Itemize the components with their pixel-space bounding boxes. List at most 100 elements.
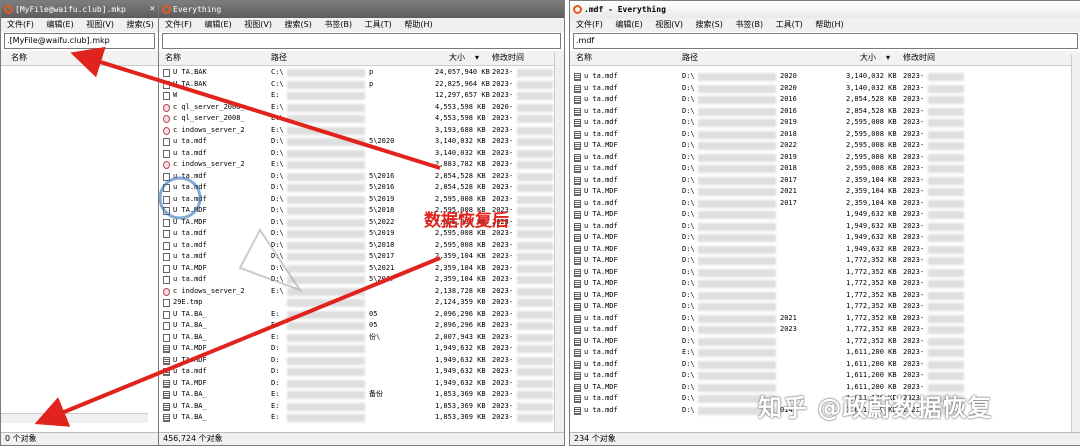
window-titlebar[interactable]: .mdf - Everything [570,1,1080,18]
menu-search[interactable]: 搜索(S) [127,20,154,29]
list-item[interactable]: c ql_server_2008_ E:\ 4,553,598 KB 2020- [159,102,564,114]
file-path: D:\ [682,118,695,126]
list-item[interactable]: U TA.BA_ E: 1,853,369 KB 2023- [159,412,564,424]
list-item[interactable]: U TA.BA_ E: 1,853,369 KB 2023- [159,401,564,413]
list-item[interactable]: U TA.MDF D: 1,949,632 KB 2023- [159,355,564,367]
menu-view[interactable]: 视图(V) [244,20,272,29]
list-item[interactable]: U TA.MDF D:\ 1,772,352 KB 2023- [570,255,1080,267]
file-path: E: [271,91,280,99]
menu-file[interactable]: 文件(F) [7,20,34,29]
list-item[interactable]: u ta.mdf D:\ 1,611,200 KB 2023- [570,359,1080,371]
list-item[interactable]: U TA.MDF D:\ 1,772,352 KB 2023- [570,336,1080,348]
menu-view[interactable]: 视图(V) [655,20,683,29]
list-item[interactable]: U TA.MDF D:\ 2022 2,595,008 KB 2023- [570,140,1080,152]
menu-edit[interactable]: 编辑(E) [46,20,73,29]
list-item[interactable]: U TA.MDF D:\ 1,772,352 KB 2023- [570,267,1080,279]
list-item[interactable]: u ta.mdf D: 1,949,632 KB 2023- [159,366,564,378]
list-item[interactable]: u ta.mdf D:\ 2017 2,359,104 KB 2023- [570,175,1080,187]
list-item[interactable]: 29E.tmp 2,124,359 KB 2023- [159,297,564,309]
list-item[interactable]: u ta.mdf D:\ 5\2019 2,595,008 KB 2023- [159,194,564,206]
menu-edit[interactable]: 编辑(E) [204,20,231,29]
list-item[interactable]: U TA.MDF D:\ 2021 2,359,104 KB 2023- [570,186,1080,198]
list-item[interactable]: u ta.mdf E:\ 1,611,200 KB 2023- [570,347,1080,359]
column-modified-header[interactable]: 修改时间 [903,51,935,65]
menu-tools[interactable]: 工具(T) [776,20,803,29]
vertical-scrollbar[interactable] [554,52,564,432]
list-item[interactable]: u ta.mdf D:\ 2016 2,854,528 KB 2023- [570,106,1080,118]
list-item[interactable]: U TA.MDF D:\ 1,949,632 KB 2023- [570,244,1080,256]
list-item[interactable]: u ta.mdf D:\ 1,611,200 KB 2023- [570,370,1080,382]
column-path-header[interactable]: 路径 [271,51,287,65]
list-item[interactable]: U TA.MDF D:\ 1,772,352 KB 2023- [570,301,1080,313]
list-item[interactable]: u ta.mdf D:\ 2018 2,595,008 KB 2023- [570,163,1080,175]
file-size: 1,853,369 KB [435,401,486,410]
list-item[interactable]: U TA.MDF D:\ 1,772,352 KB 2023- [570,278,1080,290]
list-item[interactable]: U TA.MDF D:\ 1,772,352 KB 2023- [570,290,1080,302]
list-item[interactable]: U TA.MDF D:\ 5\2021 2,359,104 KB 2023- [159,263,564,275]
list-item[interactable]: c indows_server_2 E:\ 3,193,688 KB 2023- [159,125,564,137]
search-input[interactable] [162,33,561,49]
list-item[interactable]: u ta.mdf D:\ 5\2016 2,854,528 KB 2023- [159,182,564,194]
window-titlebar[interactable]: Everything [159,1,564,18]
search-input[interactable]: .mdf [573,33,1078,49]
list-item[interactable]: u ta.mdf D:\ 2020 3,140,032 KB 2023- [570,71,1080,83]
list-item[interactable]: u ta.mdf D:\ 2019 2,595,008 KB 2023- [570,152,1080,164]
list-item[interactable]: u ta.mdf D:\ 2023 1,772,352 KB 2023- [570,324,1080,336]
list-item[interactable]: u ta.mdf D:\ 1,949,632 KB 2023- [570,221,1080,233]
mdf-search-window: .mdf - Everything 文件(F) 编辑(E) 视图(V) 搜索(S… [569,0,1080,446]
list-item[interactable]: u ta.mdf D:\ 5\2017 2,359,104 KB 2023- [159,251,564,263]
column-path-header[interactable]: 路径 [682,51,698,65]
list-item[interactable]: U TA.MDF D: 1,949,632 KB 2023- [159,378,564,390]
list-item[interactable]: c indows_server_2 E:\ 2,138,728 KB 2023- [159,286,564,298]
column-size-header[interactable]: 大小 [449,51,465,65]
list-item[interactable]: U TA.MDF D:\ 1,949,632 KB 2023- [570,232,1080,244]
list-item[interactable]: U TA.BA_ E: 05 2,096,296 KB 2023- [159,320,564,332]
list-item[interactable]: c ql_server_2008_ E:\ 4,553,598 KB 2023- [159,113,564,125]
column-name-header[interactable]: 名称 [165,51,181,65]
list-item[interactable]: U TA.BA_ E: 05 2,096,296 KB 2023- [159,309,564,321]
menu-edit[interactable]: 编辑(E) [615,20,642,29]
menu-file[interactable]: 文件(F) [576,20,603,29]
redacted-path [698,280,776,288]
menu-bookmarks[interactable]: 书签(B) [324,20,352,29]
vertical-scrollbar[interactable] [1071,55,1080,432]
list-item[interactable]: u ta.mdf D:\ 2019 2,595,008 KB 2023- [570,117,1080,129]
column-name-header[interactable]: 名称 [11,51,27,65]
horizontal-scrollbar[interactable] [1,413,148,423]
menu-search[interactable]: 搜索(S) [285,20,312,29]
menu-tools[interactable]: 工具(T) [365,20,392,29]
list-item[interactable]: U TA.MDF D: 1,949,632 KB 2023- [159,343,564,355]
list-item[interactable]: u ta.mdf D:\ 2016 2,854,528 KB 2023- [570,94,1080,106]
menu-help[interactable]: 帮助(H) [815,20,843,29]
redacted-date [928,96,964,104]
file-path: D: [271,344,280,352]
list-item[interactable]: u ta.mdf D:\ 5\2016 2,854,528 KB 2023- [159,171,564,183]
list-item[interactable]: u ta.mdf D:\ 5\2018 2,595,008 KB 2023- [159,240,564,252]
column-name-header[interactable]: 名称 [576,51,592,65]
menu-file[interactable]: 文件(F) [165,20,192,29]
redacted-date [928,326,964,334]
list-item[interactable]: u ta.mdf D:\ 2021 1,772,352 KB 2023- [570,313,1080,325]
menu-search[interactable]: 搜索(S) [696,20,723,29]
list-item[interactable]: u ta.mdf D:\ 2018 2,595,008 KB 2023- [570,129,1080,141]
menu-help[interactable]: 帮助(H) [404,20,432,29]
list-item[interactable]: u ta.mdf D:\ 3,140,032 KB 2023- [159,148,564,160]
search-input[interactable]: .[MyFile@waifu.club].mkp [4,33,155,49]
menu-view[interactable]: 视图(V) [86,20,114,29]
list-item[interactable]: U TA.MDF D:\ 1,949,632 KB 2023- [570,209,1080,221]
menu-bookmarks[interactable]: 书签(B) [735,20,763,29]
column-modified-header[interactable]: 修改时间 [492,51,524,65]
list-item[interactable]: W E: 12,297,657 KB 2023- [159,90,564,102]
column-size-header[interactable]: 大小 [860,51,876,65]
list-item[interactable]: u ta.mdf D:\ 5\2020 3,140,032 KB 2023- [159,136,564,148]
list-item[interactable]: u ta.mdf D:\ 5\2017 2,359,104 KB 2023- [159,274,564,286]
window-titlebar[interactable]: [MyFile@waifu.club].mkp ✕ [1,1,158,18]
list-item[interactable]: c indows_server_2 E:\ 2,883,782 KB 2023- [159,159,564,171]
list-item[interactable]: u ta.mdf D:\ 2017 2,359,104 KB 2023- [570,198,1080,210]
list-item[interactable]: U TA.BA_ E: 备份 1,853,369 KB 2023- [159,389,564,401]
list-item[interactable]: U TA.BA_ E: 份\ 2,007,943 KB 2023- [159,332,564,344]
list-item[interactable]: U TA.BAK C:\ p 22,825,964 KB 2023- [159,79,564,91]
list-item[interactable]: u ta.mdf D:\ 2020 3,140,032 KB 2023- [570,83,1080,95]
close-icon[interactable]: ✕ [150,1,155,18]
list-item[interactable]: U TA.BAK C:\ p 24,057,940 KB 2023- [159,67,564,79]
